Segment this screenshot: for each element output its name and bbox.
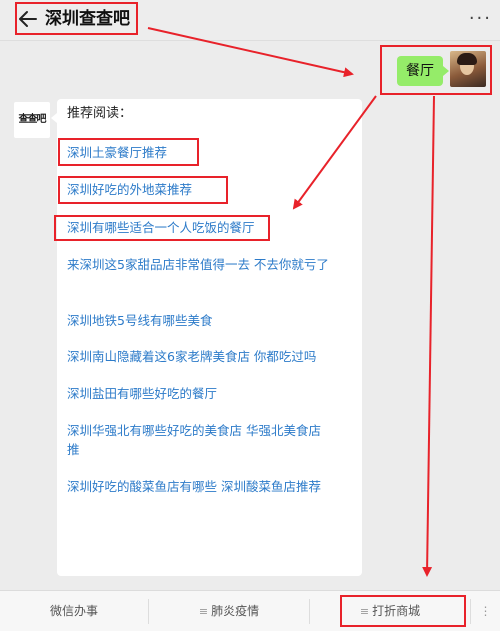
annotation-box-message bbox=[380, 45, 492, 95]
link-item[interactable]: 深圳地铁5号线有哪些美食 bbox=[67, 311, 332, 330]
menu-item-label: 微信办事 bbox=[49, 604, 98, 618]
menu-item-label: 肺炎疫情 bbox=[211, 604, 260, 618]
annotation-box-link-3 bbox=[54, 215, 270, 241]
arrow-message-to-menu bbox=[422, 95, 435, 577]
menu-item-epidemic[interactable]: ≡ 肺炎疫情 bbox=[149, 591, 309, 631]
official-account-avatar[interactable]: 查查吧 bbox=[14, 102, 50, 138]
more-options-icon[interactable]: ··· bbox=[469, 8, 492, 30]
keyboard-switch-icon[interactable]: ⋮ bbox=[471, 591, 500, 631]
recommendation-card: 推荐阅读： 深圳土豪餐厅推荐 深圳好吃的外地菜推荐 深圳有哪些适合一个人吃饭的餐… bbox=[51, 99, 362, 576]
annotation-box-menu bbox=[340, 595, 466, 627]
annotation-box-link-1 bbox=[58, 138, 199, 166]
link-item[interactable]: 深圳南山隐藏着这6家老牌美食店 你都吃过吗 bbox=[67, 347, 332, 366]
link-item[interactable]: 深圳华强北有哪些好吃的美食店 华强北美食店推 bbox=[67, 421, 332, 459]
card-heading: 推荐阅读： bbox=[67, 106, 133, 121]
link-item[interactable]: 来深圳这5家甜品店非常值得一去 不去你就亏了 bbox=[67, 255, 332, 274]
annotation-box-link-2 bbox=[58, 176, 228, 204]
annotation-box-title bbox=[15, 2, 138, 35]
link-item[interactable]: 深圳好吃的酸菜鱼店有哪些 深圳酸菜鱼店推荐 bbox=[67, 477, 332, 496]
link-item[interactable]: 深圳盐田有哪些好吃的餐厅 bbox=[67, 384, 332, 403]
chat-window: 深圳查查吧 ··· 餐厅 查查吧 推荐阅读： 深圳土豪餐厅推荐 深圳好吃的外地菜… bbox=[0, 0, 500, 631]
submenu-icon: ≡ bbox=[198, 605, 209, 618]
menu-item-wechat-services[interactable]: 微信办事 bbox=[0, 591, 148, 631]
